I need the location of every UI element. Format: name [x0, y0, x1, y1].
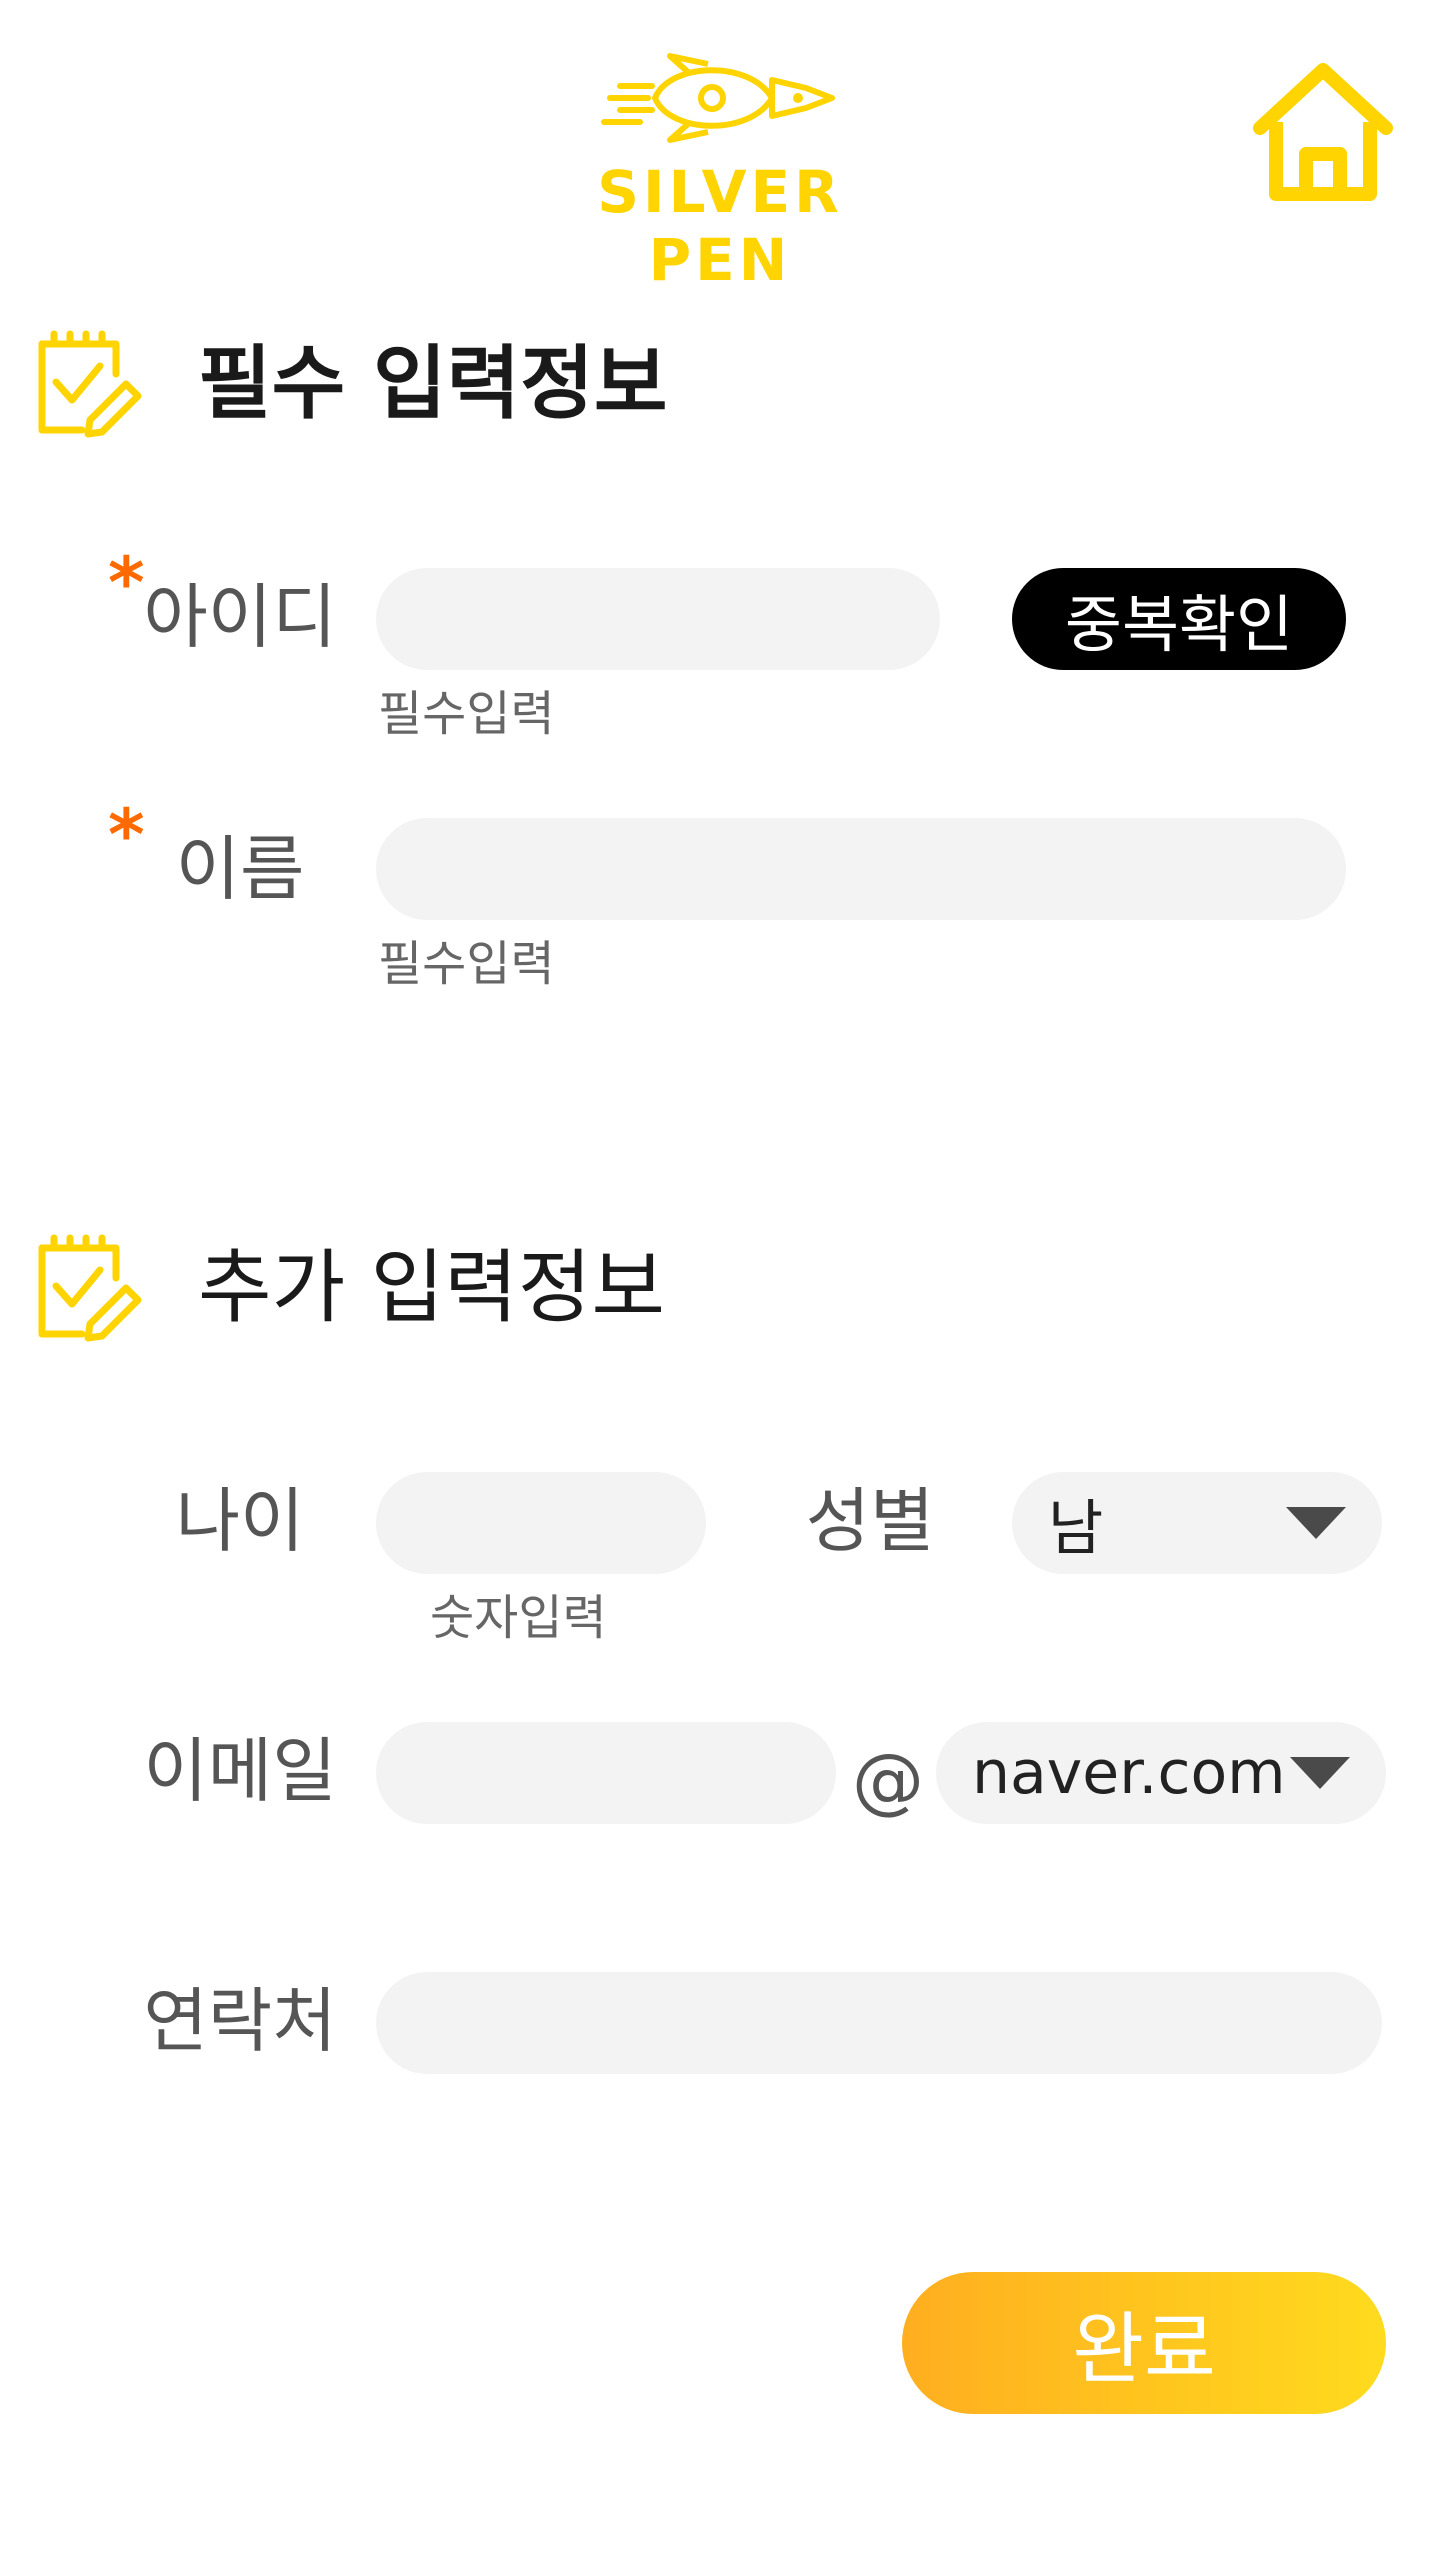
- done-button[interactable]: 완료: [902, 2272, 1386, 2414]
- gender-selected-value: 남: [1048, 1493, 1104, 1564]
- required-section-title: 필수 입력정보: [198, 337, 668, 430]
- id-input[interactable]: [376, 568, 940, 670]
- app-logo: SILVER PEN: [540, 50, 900, 294]
- name-label: 이름: [175, 828, 305, 910]
- duplicate-check-button[interactable]: 중복확인: [1012, 568, 1346, 670]
- chevron-down-icon: [1286, 1507, 1346, 1539]
- additional-section-title: 추가 입력정보: [198, 1241, 666, 1334]
- age-hint: 숫자입력: [430, 1590, 607, 1646]
- gender-label: 성별: [805, 1480, 935, 1562]
- age-label: 나이: [175, 1480, 305, 1562]
- at-symbol: @: [852, 1738, 924, 1822]
- contact-label: 연락처: [143, 1980, 337, 2062]
- name-input[interactable]: [376, 818, 1346, 920]
- email-label: 이메일: [143, 1730, 337, 1812]
- contact-input[interactable]: [376, 1972, 1382, 2074]
- gender-select[interactable]: 남: [1012, 1472, 1382, 1574]
- email-domain-selected-value: naver.com: [972, 1738, 1286, 1808]
- name-hint: 필수입력: [378, 936, 555, 992]
- home-button[interactable]: [1250, 58, 1396, 204]
- logo-text: SILVER PEN: [597, 158, 843, 294]
- rocket-pen-icon: [601, 53, 835, 143]
- email-domain-select[interactable]: naver.com: [936, 1722, 1386, 1824]
- notepad-check-pencil-icon: [38, 330, 142, 438]
- age-input[interactable]: [376, 1472, 706, 1574]
- home-icon: [1253, 63, 1393, 201]
- id-hint: 필수입력: [378, 686, 555, 742]
- email-input[interactable]: [376, 1722, 836, 1824]
- id-label: 아이디: [143, 576, 337, 658]
- notepad-check-pencil-icon: [38, 1234, 142, 1342]
- chevron-down-icon: [1290, 1757, 1350, 1789]
